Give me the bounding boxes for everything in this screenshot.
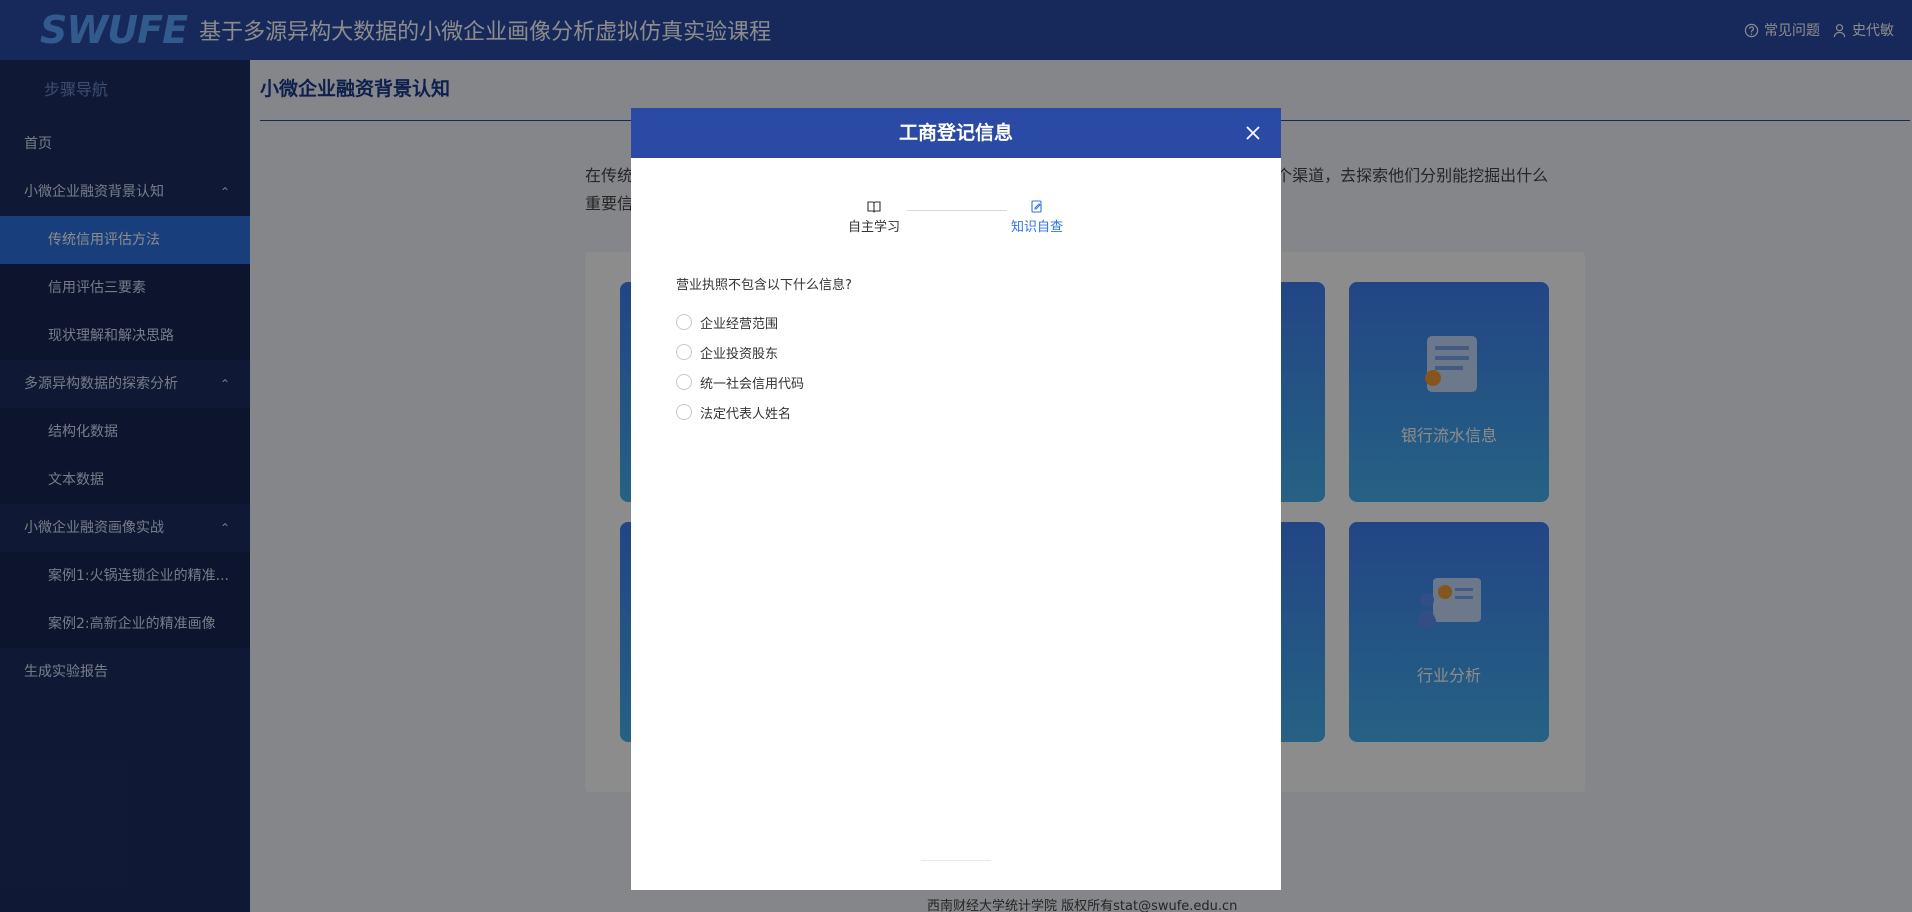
step-label: 知识自查 [1010, 220, 1063, 235]
option-label: 企业投资股东 [700, 346, 779, 362]
edit-document-icon [1031, 200, 1042, 213]
quiz-option[interactable]: 企业经营范围 [676, 307, 804, 337]
step-knowledge-check[interactable]: 知识自查 [997, 200, 1077, 235]
radio-button[interactable] [676, 374, 692, 390]
option-label: 企业经营范围 [700, 316, 779, 332]
quiz-option[interactable]: 法定代表人姓名 [676, 397, 804, 427]
modal-header: 工商登记信息 [631, 108, 1281, 158]
book-icon [867, 201, 881, 213]
close-icon[interactable] [1245, 125, 1261, 141]
modal-bottom-divider [921, 860, 991, 861]
business-registration-modal: 工商登记信息 自主学习 知识自查 营业执照不包含以下什么信息? 企业经营范围 企… [631, 108, 1281, 890]
option-label: 法定代表人姓名 [700, 406, 792, 422]
quiz-option[interactable]: 统一社会信用代码 [676, 367, 804, 397]
step-label: 自主学习 [847, 220, 900, 235]
step-connector [907, 210, 1007, 211]
step-indicator: 自主学习 知识自查 [631, 200, 1281, 240]
step-self-study[interactable]: 自主学习 [834, 200, 914, 235]
radio-button[interactable] [676, 344, 692, 360]
quiz-options: 企业经营范围 企业投资股东 统一社会信用代码 法定代表人姓名 [676, 307, 804, 427]
quiz-question: 营业执照不包含以下什么信息? [676, 278, 852, 293]
option-label: 统一社会信用代码 [700, 376, 805, 392]
radio-button[interactable] [676, 314, 692, 330]
modal-title: 工商登记信息 [898, 122, 1013, 144]
radio-button[interactable] [676, 404, 692, 420]
quiz-option[interactable]: 企业投资股东 [676, 337, 804, 367]
